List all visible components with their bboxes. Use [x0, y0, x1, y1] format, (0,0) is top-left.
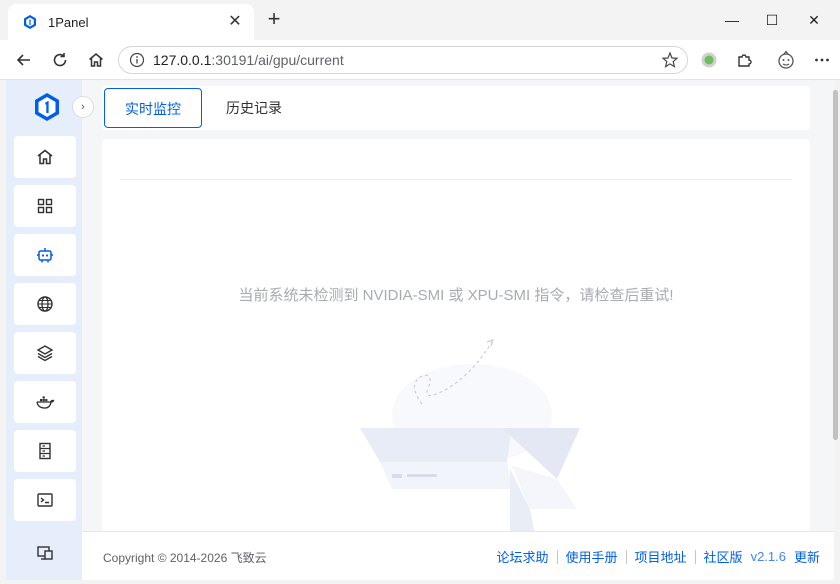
database-layers-icon [36, 345, 54, 362]
browser-navbar: 127.0.0.1:30191/ai/gpu/current [0, 40, 840, 80]
tab-close-icon[interactable]: ✕ [226, 13, 244, 31]
sidebar-item-ai[interactable] [14, 234, 76, 276]
copyright-text: Copyright © 2014-2026 飞致云 [103, 551, 267, 565]
star-icon[interactable] [661, 51, 679, 69]
tab-realtime-monitor[interactable]: 实时监控 [104, 88, 202, 128]
sidebar-item-host[interactable] [14, 430, 76, 472]
tab-history[interactable]: 历史记录 [212, 88, 296, 128]
sidebar-item-database[interactable] [14, 332, 76, 374]
browser-tab[interactable]: 1Panel ✕ [8, 4, 254, 40]
user-manual-link[interactable]: 使用手册 [558, 547, 626, 566]
sidebar-item-terminal[interactable] [14, 479, 76, 521]
scrollbar-thumb[interactable] [833, 90, 838, 440]
ai-robot-icon [37, 248, 53, 263]
sidebar [6, 80, 82, 580]
tabs-bar: 实时监控 历史记录 [102, 86, 810, 130]
minimize-button[interactable]: — [720, 8, 744, 32]
website-globe-icon [37, 296, 53, 312]
footer: Copyright © 2014-2026 飞致云 论坛求助 使用手册 项目地址… [82, 531, 834, 580]
1panel-favicon-icon [24, 15, 36, 29]
community-edition-link[interactable]: 社区版 [696, 547, 743, 566]
home-icon[interactable] [84, 48, 108, 72]
profile-icon[interactable] [774, 48, 798, 72]
sidebar-item-toolbox[interactable] [14, 532, 76, 574]
apps-icon [37, 198, 53, 214]
app-container: › 实时监控 历史记录 当前系统未检测到 NVIDIA-SMI 或 XPU-SM… [6, 80, 834, 580]
home-icon [37, 149, 53, 165]
project-address-link[interactable]: 项目地址 [627, 547, 695, 566]
sidebar-item-containers[interactable] [14, 381, 76, 423]
sidebar-item-apps[interactable] [14, 185, 76, 227]
forum-help-link[interactable]: 论坛求助 [489, 547, 557, 566]
info-icon[interactable] [129, 52, 145, 68]
more-icon[interactable] [810, 48, 834, 72]
extension-icon[interactable] [733, 48, 757, 72]
url-path: :30191/ai/gpu/current [211, 52, 344, 68]
empty-state-illustration [360, 339, 580, 544]
footer-links: 论坛求助 使用手册 项目地址 社区版 v2.1.6 更新 [489, 547, 821, 566]
sidebar-collapse-button[interactable]: › [72, 96, 94, 118]
version-label: v2.1.6 [750, 549, 786, 564]
empty-state-message: 当前系统未检测到 NVIDIA-SMI 或 XPU-SMI 指令，请检查后重试! [238, 287, 674, 304]
container-docker-icon [36, 396, 55, 409]
address-bar[interactable]: 127.0.0.1:30191/ai/gpu/current [118, 46, 688, 74]
reload-icon[interactable] [48, 48, 72, 72]
url-host: 127.0.0.1 [153, 52, 212, 68]
extension-status-icon[interactable] [697, 48, 721, 72]
back-icon[interactable] [12, 48, 36, 72]
tab-title: 1Panel [48, 14, 89, 30]
update-link[interactable]: 更新 [786, 547, 820, 566]
host-server-icon [39, 442, 51, 460]
page-scrollbar[interactable] [832, 86, 840, 446]
close-window-button[interactable]: ✕ [802, 8, 826, 32]
content-divider [120, 179, 792, 180]
terminal-icon [37, 493, 53, 507]
url-text: 127.0.0.1:30191/ai/gpu/current [153, 52, 344, 68]
maximize-button[interactable]: ☐ [760, 8, 784, 32]
sidebar-item-website[interactable] [14, 283, 76, 325]
toolbox-icon [37, 546, 53, 560]
1panel-logo-icon[interactable] [34, 92, 60, 122]
sidebar-item-home[interactable] [14, 136, 76, 178]
main-content-card: 当前系统未检测到 NVIDIA-SMI 或 XPU-SMI 指令，请检查后重试! [102, 139, 810, 544]
browser-titlebar: 1Panel ✕ + — ☐ ✕ [0, 0, 840, 40]
new-tab-button[interactable]: + [262, 8, 286, 32]
